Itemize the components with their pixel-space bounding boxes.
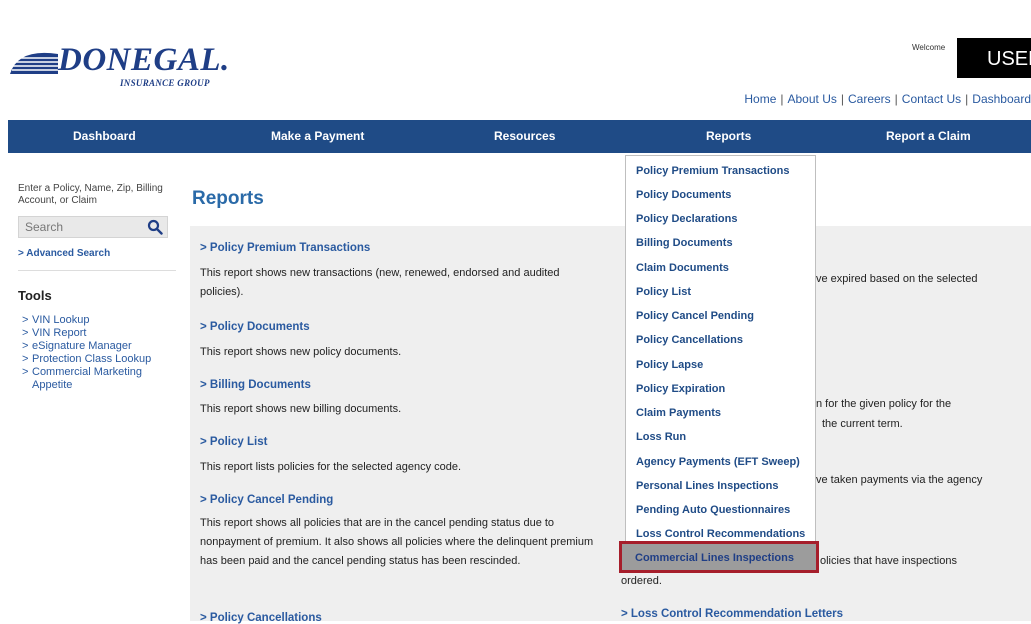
- nav-dashboard[interactable]: Dashboard: [73, 120, 136, 153]
- tool-label: VIN Lookup: [32, 314, 90, 326]
- menu-item-policy-premium-transactions[interactable]: Policy Premium Transactions: [636, 165, 789, 177]
- search-hint: Enter a Policy, Name, Zip, Billing Accou…: [18, 183, 163, 206]
- page-title: Reports: [192, 188, 264, 209]
- report-desc-fragment: the current term.: [822, 418, 903, 430]
- tool-label: VIN Report: [32, 327, 87, 339]
- tool-label: eSignature Manager: [32, 340, 132, 352]
- menu-item-policy-cancellations[interactable]: Policy Cancellations: [636, 334, 743, 346]
- tool-label: Commercial Marketing Appetite: [32, 366, 143, 391]
- link-separator: |: [780, 92, 784, 106]
- nav-report-a-claim[interactable]: Report a Claim: [886, 120, 971, 153]
- menu-item-pending-auto-questionnaires[interactable]: Pending Auto Questionnaires: [636, 504, 790, 516]
- tools-list: > VIN Lookup > VIN Report > eSignature Mana…: [22, 314, 182, 392]
- menu-item-agency-payments[interactable]: Agency Payments (EFT Sweep): [636, 456, 800, 468]
- menu-item-policy-declarations[interactable]: Policy Declarations: [636, 213, 738, 225]
- link-about-us[interactable]: About Us: [788, 92, 837, 106]
- chevron-right-icon: >: [22, 327, 29, 339]
- menu-item-loss-control-recommendations[interactable]: Loss Control Recommendations: [636, 528, 805, 540]
- logo-subtitle: INSURANCE GROUP: [120, 78, 210, 88]
- sidebar-divider: [18, 270, 176, 271]
- report-desc: This report lists policies for the selec…: [200, 461, 462, 473]
- advanced-search-link[interactable]: > Advanced Search: [18, 248, 110, 259]
- report-link-loss-control-recommendation-letters[interactable]: > Loss Control Recommendation Letters: [621, 608, 843, 620]
- report-link-policy-cancellations[interactable]: > Policy Cancellations: [200, 612, 322, 624]
- menu-item-claim-payments[interactable]: Claim Payments: [636, 407, 721, 419]
- report-link-policy-cancel-pending[interactable]: > Policy Cancel Pending: [200, 494, 333, 506]
- user-menu-button[interactable]: USER: [957, 38, 1031, 78]
- main-nav: Dashboard Make a Payment Resources Repor…: [8, 120, 1031, 153]
- menu-item-loss-run[interactable]: Loss Run: [636, 431, 686, 443]
- report-desc: This report shows all policies that are …: [200, 517, 594, 567]
- chevron-right-icon: >: [22, 353, 29, 365]
- report-desc-fragment: ve taken payments via the agency: [816, 474, 983, 486]
- report-link-policy-premium-transactions[interactable]: > Policy Premium Transactions: [200, 242, 370, 254]
- menu-item-policy-list[interactable]: Policy List: [636, 286, 691, 298]
- nav-make-a-payment[interactable]: Make a Payment: [271, 120, 364, 153]
- report-link-billing-documents[interactable]: > Billing Documents: [200, 379, 311, 391]
- link-careers[interactable]: Careers: [848, 92, 891, 106]
- logo-ship-icon: [10, 52, 58, 74]
- report-desc: This report shows new billing documents.: [200, 403, 402, 415]
- report-link-policy-documents[interactable]: > Policy Documents: [200, 321, 310, 333]
- menu-item-commercial-lines-inspections[interactable]: Commercial Lines Inspections: [619, 541, 819, 573]
- search-icon[interactable]: [147, 219, 163, 235]
- report-link-policy-list[interactable]: > Policy List: [200, 436, 267, 448]
- report-desc: This report shows new transactions (new,…: [200, 267, 560, 298]
- tool-item-protection-class-lookup[interactable]: > Protection Class Lookup: [22, 353, 182, 366]
- link-separator: |: [894, 92, 898, 106]
- link-contact-us[interactable]: Contact Us: [902, 92, 961, 106]
- menu-item-billing-documents[interactable]: Billing Documents: [636, 237, 733, 249]
- nav-resources[interactable]: Resources: [494, 120, 555, 153]
- menu-item-personal-lines-inspections[interactable]: Personal Lines Inspections: [636, 480, 778, 492]
- search-placeholder: Search: [25, 220, 64, 234]
- tool-item-esignature-manager[interactable]: > eSignature Manager: [22, 340, 182, 353]
- tool-item-vin-lookup[interactable]: > VIN Lookup: [22, 314, 182, 327]
- report-desc: This report shows new policy documents.: [200, 346, 402, 358]
- tool-item-commercial-marketing-appetite[interactable]: > Commercial Marketing Appetite: [22, 366, 182, 392]
- link-separator: |: [965, 92, 969, 106]
- reports-dropdown-menu: Policy Premium Transactions Policy Docum…: [625, 155, 816, 571]
- nav-reports[interactable]: Reports: [706, 120, 751, 153]
- search-input[interactable]: Search: [18, 216, 168, 238]
- menu-item-policy-expiration[interactable]: Policy Expiration: [636, 383, 725, 395]
- top-links: Home | About Us | Careers | Contact Us | Dashboa…: [744, 92, 1031, 106]
- menu-item-claim-documents[interactable]: Claim Documents: [636, 262, 729, 274]
- link-separator: |: [840, 92, 844, 106]
- tools-heading: Tools: [18, 288, 52, 303]
- logo-wordmark: DONEGAL.: [58, 42, 230, 78]
- tool-item-vin-report[interactable]: > VIN Report: [22, 327, 182, 340]
- report-desc-fragment: olicies that have inspections: [820, 555, 957, 567]
- report-desc-fragment: n for the given policy for the: [816, 398, 952, 410]
- menu-item-label: Commercial Lines Inspections: [635, 552, 794, 564]
- chevron-right-icon: >: [22, 340, 29, 352]
- chevron-right-icon: >: [22, 366, 29, 378]
- menu-item-policy-cancel-pending[interactable]: Policy Cancel Pending: [636, 310, 754, 322]
- tool-label: Protection Class Lookup: [32, 353, 152, 365]
- menu-item-policy-documents[interactable]: Policy Documents: [636, 189, 731, 201]
- chevron-right-icon: >: [22, 314, 29, 326]
- menu-item-policy-lapse[interactable]: Policy Lapse: [636, 359, 703, 371]
- welcome-text: Welcome: [912, 43, 946, 52]
- link-dashboard[interactable]: Dashboard: [972, 92, 1031, 106]
- report-desc-fragment: ve expired based on the selected: [816, 273, 978, 285]
- report-desc-fragment: ordered.: [621, 575, 662, 587]
- link-home[interactable]: Home: [744, 92, 776, 106]
